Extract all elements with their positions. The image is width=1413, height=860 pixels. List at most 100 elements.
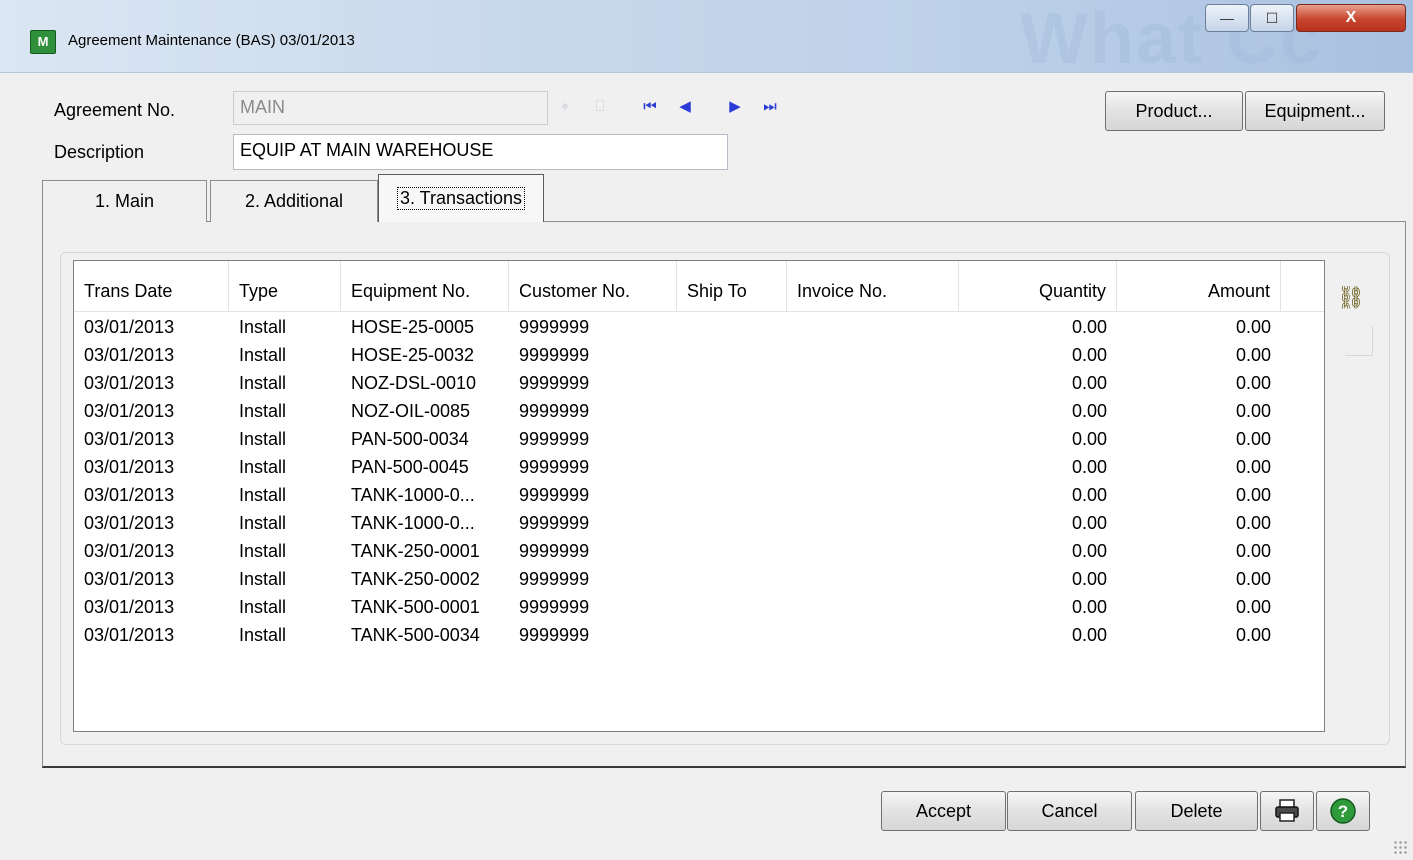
table-cell: TANK-1000-0... xyxy=(351,513,475,533)
table-cell: Install xyxy=(239,541,287,561)
column-header[interactable]: Type xyxy=(229,261,341,311)
table-cell: 0.00 xyxy=(1071,429,1107,449)
table-cell: 9999999 xyxy=(519,401,590,421)
tab-main[interactable]: 1. Main xyxy=(42,180,207,222)
table-cell: 0.00 xyxy=(1071,541,1107,561)
column-header[interactable]: Ship To xyxy=(677,261,787,311)
close-button[interactable]: X xyxy=(1296,4,1406,32)
table-cell: 0.00 xyxy=(1235,625,1271,645)
equipment-button-label: Equipment... xyxy=(1264,100,1366,121)
equipment-button[interactable]: Equipment... xyxy=(1245,91,1385,131)
table-cell xyxy=(677,593,787,621)
last-record-icon[interactable]: ⏭ xyxy=(760,95,780,117)
table-row[interactable]: 03/01/2013 Install HOSE-25-0032 9999999 0.00… xyxy=(74,341,1324,369)
tab-main-label: 1. Main xyxy=(94,191,155,211)
tab-additional[interactable]: 2. Additional xyxy=(210,180,378,222)
column-header[interactable]: Quantity xyxy=(959,261,1117,311)
agreement-no-label: Agreement No. xyxy=(54,100,176,120)
table-cell: 0.00 xyxy=(1071,485,1107,505)
transactions-grid[interactable]: Trans Date Type Equipment No. Customer No. S… xyxy=(73,260,1325,732)
table-cell: 0.00 xyxy=(1235,541,1271,561)
table-cell: TANK-500-0001 xyxy=(351,597,480,617)
table-cell: TANK-250-0001 xyxy=(351,541,480,561)
agreement-no-field[interactable]: MAIN xyxy=(233,91,548,125)
table-cell: Install xyxy=(239,457,287,477)
table-cell: 0.00 xyxy=(1235,401,1271,421)
table-row[interactable]: 03/01/2013 Install PAN-500-0045 9999999 0.00… xyxy=(74,453,1324,481)
table-cell: 0.00 xyxy=(1071,625,1107,645)
cancel-button[interactable]: Cancel xyxy=(1007,791,1132,831)
table-cell: TANK-500-0034 xyxy=(351,625,480,645)
table-cell: 9999999 xyxy=(519,457,590,477)
table-cell: Install xyxy=(239,569,287,589)
table-row[interactable]: 03/01/2013 Install TANK-500-0034 9999999 0.0… xyxy=(74,621,1324,649)
help-button[interactable]: ? xyxy=(1316,791,1370,831)
app-icon[interactable]: M xyxy=(30,30,56,54)
table-cell xyxy=(677,425,787,453)
table-row[interactable]: 03/01/2013 Install TANK-250-0001 9999999 0.0… xyxy=(74,537,1324,565)
table-cell: Install xyxy=(239,597,287,617)
table-cell: TANK-250-0002 xyxy=(351,569,480,589)
table-cell: 0.00 xyxy=(1235,373,1271,393)
table-cell: 9999999 xyxy=(519,317,590,337)
column-header[interactable]: Equipment No. xyxy=(341,261,509,311)
table-cell xyxy=(677,565,787,593)
table-cell: 0.00 xyxy=(1235,597,1271,617)
print-button[interactable] xyxy=(1260,791,1314,831)
first-record-icon[interactable]: ⏮ xyxy=(640,95,660,117)
table-row[interactable]: 03/01/2013 Install TANK-1000-0... 9999999 0.… xyxy=(74,481,1324,509)
column-header[interactable]: Invoice No. xyxy=(787,261,959,311)
table-cell: 03/01/2013 xyxy=(84,345,175,365)
table-cell xyxy=(787,621,959,649)
table-row[interactable]: 03/01/2013 Install HOSE-25-0005 9999999 0.00… xyxy=(74,313,1324,341)
product-button[interactable]: Product... xyxy=(1105,91,1243,131)
table-row[interactable]: 03/01/2013 Install NOZ-OIL-0085 9999999 0.00… xyxy=(74,397,1324,425)
resize-grip[interactable] xyxy=(1393,840,1407,854)
table-row[interactable]: 03/01/2013 Install PAN-500-0034 9999999 0.00… xyxy=(74,425,1324,453)
table-cell xyxy=(677,453,787,481)
table-cell: 0.00 xyxy=(1071,373,1107,393)
delete-button[interactable]: Delete xyxy=(1135,791,1258,831)
minimize-button[interactable]: — xyxy=(1205,4,1249,32)
table-cell: 03/01/2013 xyxy=(84,485,175,505)
tab-transactions-label: 3. Transactions xyxy=(396,187,526,210)
table-cell: 0.00 xyxy=(1071,317,1107,337)
table-cell xyxy=(787,369,959,397)
column-header[interactable]: Amount xyxy=(1117,261,1281,311)
table-cell: 0.00 xyxy=(1071,513,1107,533)
description-label: Description xyxy=(54,142,145,162)
table-row[interactable]: 03/01/2013 Install TANK-500-0001 9999999 0.0… xyxy=(74,593,1324,621)
table-cell: PAN-500-0034 xyxy=(351,429,469,449)
next-record-icon[interactable]: ▶ xyxy=(725,95,745,117)
column-header[interactable]: Customer No. xyxy=(509,261,677,311)
binoculars-icon[interactable]: ⛓ xyxy=(1337,285,1365,311)
window-title: Agreement Maintenance (BAS) 03/01/2013 xyxy=(68,32,355,49)
table-cell xyxy=(787,509,959,537)
description-field[interactable]: EQUIP AT MAIN WAREHOUSE xyxy=(233,134,728,170)
table-cell: 0.00 xyxy=(1235,485,1271,505)
printer-icon xyxy=(1275,799,1299,822)
column-header[interactable]: Trans Date xyxy=(74,261,229,311)
table-row[interactable]: 03/01/2013 Install TANK-250-0002 9999999 0.0… xyxy=(74,565,1324,593)
table-cell: 9999999 xyxy=(519,485,590,505)
tab-transactions[interactable]: 3. Transactions xyxy=(378,174,544,222)
title-bar[interactable]: What Cc M Agreement Maintenance (BAS) 03… xyxy=(0,0,1413,79)
copy-icon[interactable]: ⎕ xyxy=(590,95,610,117)
table-cell xyxy=(677,481,787,509)
table-cell: 9999999 xyxy=(519,541,590,561)
table-cell xyxy=(677,369,787,397)
lookup-icon[interactable]: ⌖ xyxy=(555,95,575,117)
table-row[interactable]: 03/01/2013 Install NOZ-DSL-0010 9999999 0.00… xyxy=(74,369,1324,397)
svg-text:?: ? xyxy=(1338,802,1348,821)
table-cell: 0.00 xyxy=(1071,345,1107,365)
table-cell xyxy=(787,453,959,481)
maximize-button[interactable]: ☐ xyxy=(1250,4,1294,32)
table-cell: 9999999 xyxy=(519,569,590,589)
table-row[interactable]: 03/01/2013 Install TANK-1000-0... 9999999 0.… xyxy=(74,509,1324,537)
table-cell: Install xyxy=(239,401,287,421)
table-cell: 0.00 xyxy=(1071,569,1107,589)
accept-button[interactable]: Accept xyxy=(881,791,1006,831)
previous-record-icon[interactable]: ◀ xyxy=(675,95,695,117)
table-cell xyxy=(787,313,959,341)
table-cell: Install xyxy=(239,373,287,393)
